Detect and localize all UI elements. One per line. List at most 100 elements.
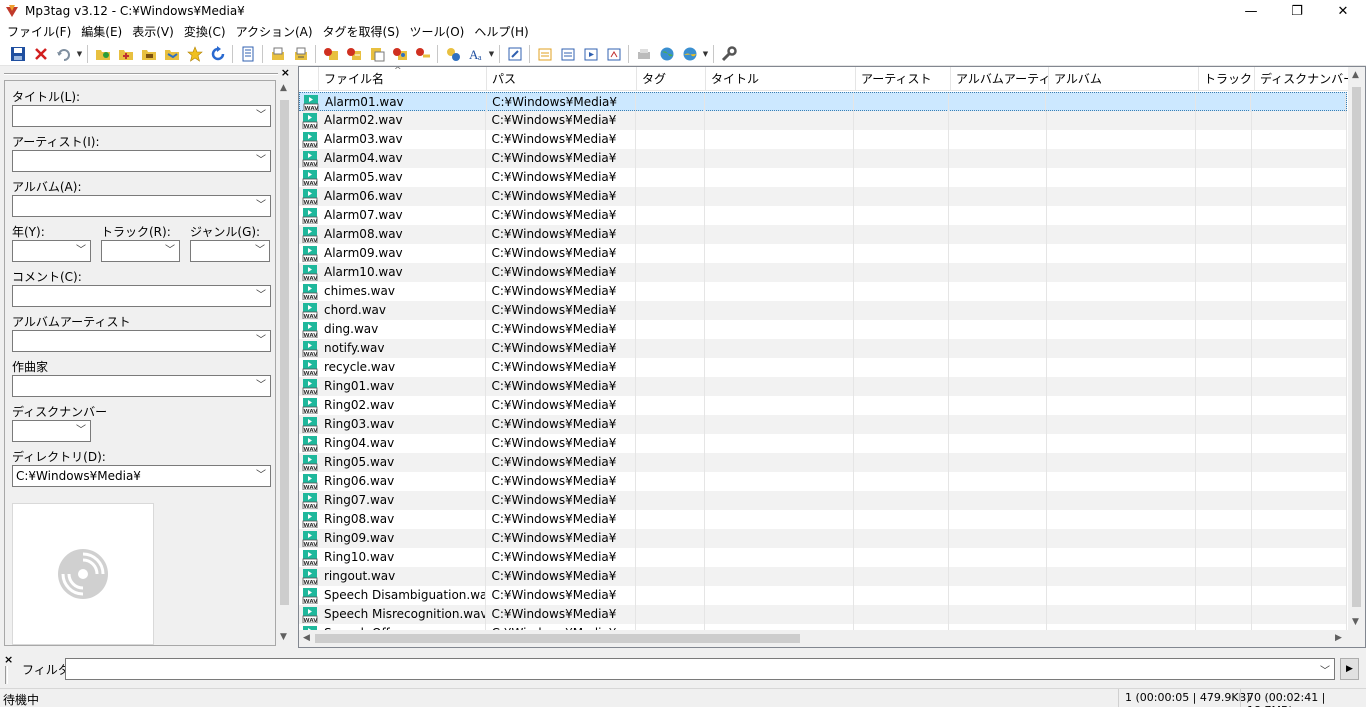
case-conversion-icon[interactable]: Aa xyxy=(464,43,487,65)
chevron-down-icon[interactable]: ﹀ xyxy=(1320,662,1330,677)
table-row[interactable]: WAV Alarm04.wav C:¥Windows¥Media¥ xyxy=(299,149,1347,168)
chevron-down-icon[interactable]: ﹀ xyxy=(256,331,266,351)
scroll-down-icon[interactable]: ▼ xyxy=(1352,617,1359,627)
options-icon[interactable] xyxy=(717,43,740,65)
chevron-down-icon[interactable]: ﹀ xyxy=(256,376,266,396)
print-icon[interactable] xyxy=(289,43,312,65)
table-row[interactable]: WAV Speech Misrecognition.wav C:¥Windows¥M… xyxy=(299,605,1347,624)
panel-scrollbar[interactable]: ▲ ▼ xyxy=(276,80,293,646)
panel-grip[interactable] xyxy=(4,73,278,75)
table-row[interactable]: WAV chord.wav C:¥Windows¥Media¥ xyxy=(299,301,1347,320)
scroll-left-icon[interactable]: ◀ xyxy=(303,633,310,643)
column-album-artist[interactable]: アルバムアーティ... xyxy=(951,67,1049,91)
table-row[interactable]: WAV notify.wav C:¥Windows¥Media¥ xyxy=(299,339,1347,358)
playlist-icon[interactable] xyxy=(579,43,602,65)
list-vertical-scrollbar[interactable]: ▲ ▼ xyxy=(1348,67,1365,631)
table-row[interactable]: WAV recycle.wav C:¥Windows¥Media¥ xyxy=(299,358,1347,377)
tag-to-tag-icon[interactable] xyxy=(388,43,411,65)
filter-input[interactable]: ﹀ xyxy=(65,658,1335,680)
table-row[interactable]: WAV Alarm07.wav C:¥Windows¥Media¥ xyxy=(299,206,1347,225)
chevron-down-icon[interactable]: ﹀ xyxy=(165,241,175,261)
chevron-down-icon[interactable]: ﹀ xyxy=(255,241,265,261)
column-track[interactable]: トラック xyxy=(1199,67,1255,91)
menu-view[interactable]: 表示(V) xyxy=(127,22,179,42)
column-path[interactable]: パス xyxy=(487,67,637,91)
web-sources-dropdown-icon[interactable]: ▼ xyxy=(701,43,710,65)
album-artist-field[interactable]: ﹀ xyxy=(12,330,271,352)
minimize-button[interactable]: — xyxy=(1228,0,1274,22)
chevron-down-icon[interactable]: ﹀ xyxy=(76,241,86,261)
list-horizontal-scrollbar[interactable]: ◀ ▶ xyxy=(299,630,1348,647)
scroll-up-icon[interactable]: ▲ xyxy=(1352,70,1359,80)
table-row[interactable]: WAV Alarm05.wav C:¥Windows¥Media¥ xyxy=(299,168,1347,187)
scroll-right-icon[interactable]: ▶ xyxy=(1335,633,1342,643)
save-icon[interactable] xyxy=(6,43,29,65)
web-sources-icon[interactable] xyxy=(655,43,678,65)
column-artist[interactable]: アーティスト xyxy=(856,67,951,91)
menu-actions[interactable]: アクション(A) xyxy=(231,22,318,42)
menu-edit[interactable]: 編集(E) xyxy=(76,22,127,42)
autonumber-icon[interactable] xyxy=(411,43,434,65)
actions-icon[interactable] xyxy=(441,43,464,65)
menu-tag-sources[interactable]: タグを取得(S) xyxy=(318,22,405,42)
list-hscroll-thumb[interactable] xyxy=(315,634,800,643)
star-icon[interactable] xyxy=(183,43,206,65)
text-file-icon[interactable] xyxy=(365,43,388,65)
column-disc-number[interactable]: ディスクナンバー xyxy=(1255,67,1350,91)
scroll-down-icon[interactable]: ▼ xyxy=(280,632,287,642)
favorites-folder-icon[interactable] xyxy=(160,43,183,65)
change-directory-icon[interactable] xyxy=(91,43,114,65)
table-row[interactable]: WAV Ring07.wav C:¥Windows¥Media¥ xyxy=(299,491,1347,510)
table-row[interactable]: WAV Alarm08.wav C:¥Windows¥Media¥ xyxy=(299,225,1347,244)
chevron-down-icon[interactable]: ﹀ xyxy=(76,421,86,441)
open-folder-icon[interactable] xyxy=(137,43,160,65)
panel-close-button[interactable]: × xyxy=(281,66,290,79)
table-row[interactable]: WAV Alarm09.wav C:¥Windows¥Media¥ xyxy=(299,244,1347,263)
genre-field[interactable]: ﹀ xyxy=(190,240,270,262)
chevron-down-icon[interactable]: ﹀ xyxy=(256,196,266,216)
rename-icon[interactable] xyxy=(533,43,556,65)
freedb-icon[interactable] xyxy=(632,43,655,65)
menu-file[interactable]: ファイル(F) xyxy=(2,22,76,42)
table-row[interactable]: WAV Ring04.wav C:¥Windows¥Media¥ xyxy=(299,434,1347,453)
chevron-down-icon[interactable]: ﹀ xyxy=(256,106,266,126)
chevron-down-icon[interactable]: ﹀ xyxy=(256,151,266,171)
artist-field[interactable]: ﹀ xyxy=(12,150,271,172)
menu-tools[interactable]: ツール(O) xyxy=(405,22,470,42)
import-icon[interactable] xyxy=(556,43,579,65)
panel-scroll-thumb[interactable] xyxy=(280,100,289,605)
table-row[interactable]: WAV Ring05.wav C:¥Windows¥Media¥ xyxy=(299,453,1347,472)
chevron-down-icon[interactable]: ﹀ xyxy=(256,466,266,486)
extended-tags-icon[interactable] xyxy=(503,43,526,65)
undo-icon[interactable] xyxy=(52,43,75,65)
list-scroll-thumb[interactable] xyxy=(1352,87,1361,607)
disc-number-field[interactable]: ﹀ xyxy=(12,420,91,442)
column-album[interactable]: アルバム xyxy=(1049,67,1199,91)
table-row[interactable]: WAV Alarm01.wav C:¥Windows¥Media¥ xyxy=(299,92,1347,112)
table-row[interactable]: WAV Alarm10.wav C:¥Windows¥Media¥ xyxy=(299,263,1347,282)
undo-dropdown-icon[interactable]: ▼ xyxy=(75,43,84,65)
filter-go-button[interactable]: ▶ xyxy=(1340,658,1359,680)
web-sources-list-icon[interactable] xyxy=(678,43,701,65)
table-row[interactable]: WAV Alarm03.wav C:¥Windows¥Media¥ xyxy=(299,130,1347,149)
table-row[interactable]: WAV Alarm06.wav C:¥Windows¥Media¥ xyxy=(299,187,1347,206)
table-row[interactable]: WAV Ring01.wav C:¥Windows¥Media¥ xyxy=(299,377,1347,396)
table-row[interactable]: WAV Ring03.wav C:¥Windows¥Media¥ xyxy=(299,415,1347,434)
chevron-down-icon[interactable]: ﹀ xyxy=(256,286,266,306)
export-icon[interactable] xyxy=(266,43,289,65)
year-field[interactable]: ﹀ xyxy=(12,240,91,262)
directory-field[interactable]: C:¥Windows¥Media¥ ﹀ xyxy=(12,465,271,487)
cover-art[interactable] xyxy=(12,503,154,645)
filter-close-button[interactable]: × xyxy=(4,653,13,666)
table-row[interactable]: WAV chimes.wav C:¥Windows¥Media¥ xyxy=(299,282,1347,301)
refresh-icon[interactable] xyxy=(206,43,229,65)
scroll-up-icon[interactable]: ▲ xyxy=(280,83,287,93)
title-field[interactable]: ﹀ xyxy=(12,105,271,127)
column-filename[interactable]: ^ ファイル名 xyxy=(319,67,487,91)
table-row[interactable]: WAV Ring10.wav C:¥Windows¥Media¥ xyxy=(299,548,1347,567)
column-title[interactable]: タイトル xyxy=(706,67,856,91)
filename-to-tag-icon[interactable] xyxy=(342,43,365,65)
menu-help[interactable]: ヘルプ(H) xyxy=(469,22,533,42)
table-row[interactable]: WAV Ring09.wav C:¥Windows¥Media¥ xyxy=(299,529,1347,548)
add-directory-icon[interactable] xyxy=(114,43,137,65)
